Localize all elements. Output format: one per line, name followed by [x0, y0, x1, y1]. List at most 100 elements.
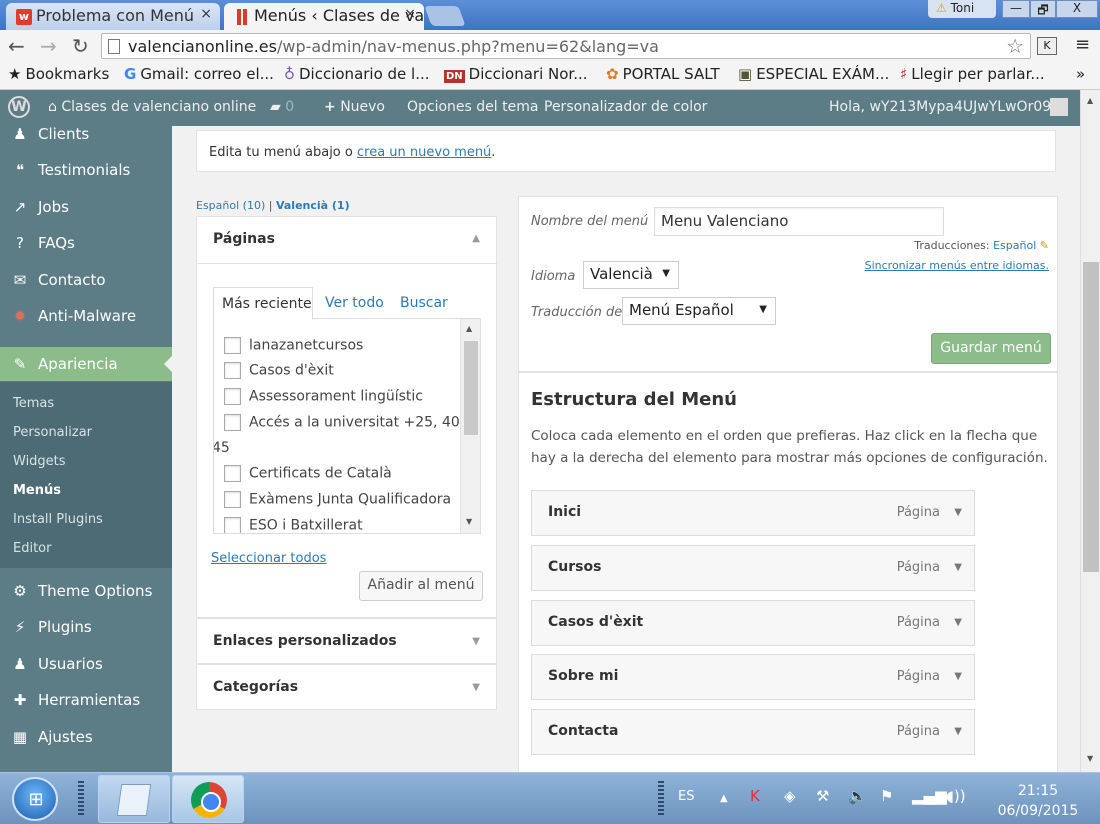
bookmark-item[interactable]: ♯ Llegir per parlar... — [900, 65, 1045, 83]
list-item[interactable]: lanazanetcursos — [224, 337, 363, 354]
add-to-menu-button[interactable]: Añadir al menú — [359, 571, 483, 601]
checkbox[interactable] — [224, 362, 241, 379]
avatar[interactable] — [1050, 98, 1068, 116]
list-item[interactable]: Assessorament lingüístic — [224, 388, 423, 405]
paginas-title[interactable]: Páginas — [213, 231, 275, 247]
checkbox[interactable] — [224, 465, 241, 482]
sidebar-item-contacto[interactable]: ✉ Contacto — [0, 263, 172, 297]
minimize-button[interactable]: — — [1002, 0, 1030, 18]
expand-arrow-icon[interactable]: ▼ — [472, 682, 480, 693]
collapse-arrow-icon[interactable]: ▲ — [472, 233, 480, 244]
chevron-down-icon[interactable]: ▼ — [954, 507, 962, 518]
speaker-icon[interactable]: 🔈 — [848, 787, 867, 805]
list-item[interactable]: Accés a la universitat +25, 40 i — [224, 414, 468, 431]
more-bookmarks-icon[interactable]: » — [1076, 65, 1085, 83]
menu-item-row[interactable]: Casos d'èxit Página ▼ — [531, 600, 975, 646]
submenu-widgets[interactable]: Widgets — [13, 454, 66, 469]
chevron-down-icon[interactable]: ▼ — [954, 726, 962, 737]
tab-close-icon[interactable]: × — [200, 6, 212, 22]
scroll-thumb[interactable] — [464, 341, 478, 435]
tab-buscar[interactable]: Buscar — [400, 295, 448, 311]
submenu-editor[interactable]: Editor — [13, 541, 51, 556]
tab-close-icon[interactable]: × — [404, 6, 416, 22]
submenu-temas[interactable]: Temas — [13, 396, 54, 411]
checkbox[interactable] — [224, 517, 241, 533]
back-arrow-icon[interactable]: ← — [8, 34, 25, 58]
list-item[interactable]: Exàmens Junta Qualificadora — [224, 491, 451, 508]
close-window-button[interactable]: X — [1056, 0, 1098, 18]
site-name-link[interactable]: ⌂ Clases de valenciano online — [48, 99, 256, 115]
maximize-button[interactable]: 🗗 — [1030, 0, 1056, 18]
signal-icon[interactable]: ▂▄▆ — [912, 787, 947, 805]
menu-item-row[interactable]: Inici Página ▼ — [531, 490, 975, 536]
scroll-up-icon[interactable]: ▲ — [1087, 96, 1093, 105]
enlaces-title[interactable]: Enlaces personalizados — [213, 633, 397, 649]
checkbox[interactable] — [224, 414, 241, 431]
checkbox[interactable] — [224, 388, 241, 405]
sidebar-item-testimonials[interactable]: ❝ Testimonials — [0, 153, 172, 187]
categorias-panel[interactable]: Categorías ▼ — [196, 664, 497, 710]
list-item[interactable]: Casos d'èxit — [224, 362, 334, 379]
bookmark-item[interactable]: DN Diccionari Nor... — [444, 65, 588, 83]
translation-link-espanol[interactable]: Español — [993, 239, 1036, 252]
sidebar-item-clients[interactable]: ♟ Clients — [0, 126, 172, 151]
address-bar[interactable]: valencianonline.es/wp-admin/nav-menus.ph… — [101, 33, 1031, 59]
bookmark-item[interactable]: ▣ ESPECIAL EXÁM... — [738, 65, 889, 83]
bookmark-item[interactable]: ♁ Diccionario de l... — [284, 65, 430, 83]
theme-options-link[interactable]: Opciones del tema — [407, 99, 538, 115]
checkbox[interactable] — [224, 337, 241, 354]
translation-of-select[interactable]: Menú Español ▼ — [622, 297, 776, 325]
expand-arrow-icon[interactable]: ▼ — [472, 636, 480, 647]
tab-ver-todo[interactable]: Ver todo — [325, 295, 384, 311]
sidebar-item-theme-options[interactable]: ⚙ Theme Options — [0, 574, 172, 608]
volume-icon[interactable]: ◖)) — [946, 787, 966, 805]
input-language[interactable]: ES — [678, 789, 694, 804]
list-item[interactable]: Certificats de Català — [224, 465, 392, 482]
submenu-install-plugins[interactable]: Install Plugins — [13, 512, 103, 527]
bookmark-item[interactable]: ✿ PORTAL SALT — [606, 65, 720, 83]
comments-link[interactable]: ▰ 0 — [270, 99, 294, 115]
enlaces-panel[interactable]: Enlaces personalizados ▼ — [196, 618, 497, 664]
select-all-link[interactable]: Seleccionar todos — [211, 551, 326, 566]
browser-tab-menus[interactable]: Menús ‹ Clases de va × — [224, 3, 424, 30]
language-select[interactable]: Valencià ▼ — [583, 261, 679, 289]
sidebar-item-plugins[interactable]: ⚡ Plugins — [0, 610, 172, 644]
page-scroll-thumb[interactable] — [1083, 262, 1099, 572]
menu-item-row[interactable]: Contacta Página ▼ — [531, 709, 975, 755]
menu-name-input[interactable]: Menu Valenciano — [654, 207, 944, 236]
wordpress-logo-icon[interactable]: W — [8, 96, 30, 118]
tab-mas-reciente[interactable]: Más reciente — [213, 287, 313, 320]
checkbox[interactable] — [224, 491, 241, 508]
sidebar-item-apariencia[interactable]: ✎ Apariencia — [0, 347, 172, 381]
kaspersky-icon[interactable]: K — [750, 787, 760, 805]
bookmark-item[interactable]: ★ Bookmarks — [8, 65, 109, 83]
show-hidden-icons-icon[interactable]: ▲ — [720, 793, 728, 804]
account-greeting[interactable]: Hola, wY213Mypa4UJwYLwOr095 — [829, 99, 1060, 115]
new-content-link[interactable]: + Nuevo — [324, 99, 385, 115]
submenu-menus[interactable]: Menús — [13, 483, 61, 498]
sidebar-item-ajustes[interactable]: ▦ Ajustes — [0, 720, 172, 754]
scroll-up-icon[interactable]: ▲ — [466, 324, 472, 333]
lang-link-espanol[interactable]: Español (10) — [196, 199, 265, 212]
chevron-down-icon[interactable]: ▼ — [954, 562, 962, 573]
scroll-down-icon[interactable]: ▼ — [466, 517, 472, 526]
chevron-down-icon[interactable]: ▼ — [954, 671, 962, 682]
list-item[interactable]: ESO i Batxillerat — [224, 517, 363, 533]
bookmark-item[interactable]: G Gmail: correo el... — [124, 65, 274, 83]
taskbar-notepad-app[interactable] — [98, 775, 170, 823]
profile-badge[interactable]: ⚠ Toni — [928, 0, 996, 18]
sidebar-item-faqs[interactable]: ? FAQs — [0, 226, 172, 260]
color-customizer-link[interactable]: Personalizador de color — [544, 99, 707, 115]
categorias-title[interactable]: Categorías — [213, 679, 298, 695]
sidebar-item-jobs[interactable]: ↗ Jobs — [0, 190, 172, 224]
bookmark-star-icon[interactable]: ☆ — [1006, 34, 1024, 58]
browser-tab-problema[interactable]: w Problema con Menú × — [6, 3, 220, 30]
save-menu-button[interactable]: Guardar menú — [931, 333, 1051, 364]
start-button[interactable]: ⊞ — [12, 777, 58, 821]
checklist-scrollbar[interactable]: ▲ ▼ — [460, 319, 480, 533]
create-new-menu-link[interactable]: crea un nuevo menú — [357, 145, 491, 160]
taskbar-clock[interactable]: 21:15 06/09/2015 — [988, 781, 1088, 821]
page-scrollbar[interactable]: ▲ ▼ — [1080, 90, 1100, 772]
menu-item-row[interactable]: Sobre mi Página ▼ — [531, 654, 975, 700]
scroll-down-icon[interactable]: ▼ — [1087, 754, 1093, 763]
